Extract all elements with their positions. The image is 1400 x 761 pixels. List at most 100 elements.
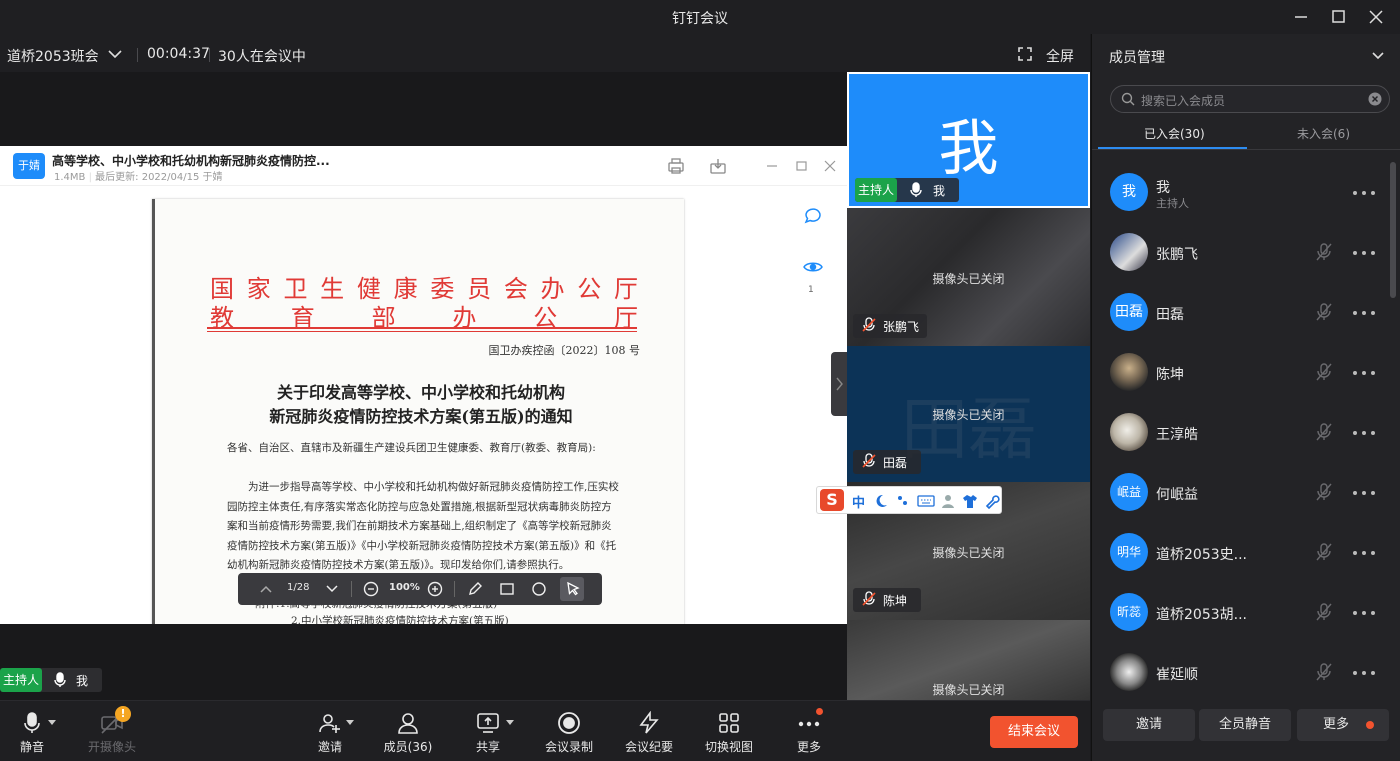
clear-icon[interactable] [1368, 92, 1382, 106]
chevron-down-icon[interactable] [1371, 50, 1385, 62]
list-item[interactable]: 岷益 何岷益 [1092, 463, 1392, 523]
participant-video-tile[interactable]: 摄像头已关闭 [847, 620, 1090, 700]
share-button[interactable]: 共享 [450, 708, 526, 758]
participant-label: 张鹏飞 [853, 314, 927, 338]
ellipse-icon[interactable] [531, 581, 547, 597]
fullscreen-button[interactable]: 全屏 [1046, 46, 1074, 66]
member-name: 崔延顺 [1156, 667, 1198, 683]
page-indicator: 1/28 [287, 582, 310, 593]
doc-close-icon[interactable] [821, 158, 839, 174]
member-role: 主持人 [1156, 197, 1189, 210]
moon-icon[interactable] [873, 493, 889, 509]
minimize-icon[interactable] [1289, 6, 1313, 28]
list-item[interactable]: 张鹏飞 [1092, 223, 1392, 283]
end-meeting-button[interactable]: 结束会议 [990, 716, 1078, 748]
zoom-out-icon[interactable] [363, 581, 379, 597]
divider [454, 581, 455, 597]
invite-button[interactable]: 邀请 [292, 708, 368, 758]
chevron-down-icon[interactable] [107, 47, 123, 61]
viewers-eye-icon[interactable] [802, 256, 824, 278]
more-dots-icon[interactable] [1352, 490, 1376, 496]
ime-mode[interactable]: 中 [852, 492, 865, 511]
mute-all-button[interactable]: 全员静音 [1199, 709, 1291, 741]
share-screen-icon [476, 711, 500, 735]
participant-video-tile[interactable]: 摄像头已关闭 张鹏飞 [847, 208, 1090, 346]
camera-button[interactable]: ! 开摄像头 [74, 706, 150, 758]
panel-more-button[interactable]: 更多 [1297, 709, 1389, 741]
participant-label: 田磊 [853, 450, 921, 474]
more-dots-icon[interactable] [1352, 550, 1376, 556]
maximize-icon[interactable] [1326, 6, 1350, 28]
list-item[interactable]: 陈坤 [1092, 343, 1392, 403]
pen-icon[interactable] [467, 581, 483, 597]
mute-button[interactable]: 静音 [0, 708, 70, 758]
more-dots-icon[interactable] [1352, 250, 1376, 256]
close-icon[interactable] [1364, 6, 1388, 28]
doc-maximize-icon[interactable] [792, 158, 810, 174]
member-search-input[interactable]: 搜索已入会成员 [1110, 85, 1390, 113]
stage-host-name: 我 [76, 674, 89, 688]
invite-member-button[interactable]: 邀请 [1103, 709, 1195, 741]
panel-collapse-handle[interactable] [831, 352, 847, 416]
prev-page-icon[interactable] [258, 581, 274, 597]
caret-down-icon[interactable] [506, 720, 514, 726]
member-list-scrollbar[interactable] [1390, 162, 1396, 298]
more-label: 更多 [796, 740, 821, 754]
caret-down-icon[interactable] [48, 720, 56, 726]
list-item[interactable]: 崔延顺 [1092, 643, 1392, 703]
notification-dot [816, 708, 823, 715]
record-button[interactable]: 会议录制 [531, 708, 607, 758]
zoom-in-icon[interactable] [427, 581, 443, 597]
muted-mic-icon[interactable] [1314, 422, 1334, 442]
next-page-icon[interactable] [324, 581, 340, 597]
microphone-icon [53, 672, 67, 688]
tab-not-joined[interactable]: 未入会(6) [1297, 125, 1350, 142]
minutes-button[interactable]: 会议纪要 [611, 708, 687, 758]
participant-video-tile[interactable]: 田磊 摄像头已关闭 田磊 [847, 346, 1090, 482]
members-button[interactable]: 成员(36) [370, 708, 446, 758]
print-icon[interactable] [667, 158, 685, 174]
self-video-tile[interactable]: 我 主持人 我 [847, 72, 1090, 208]
wrench-icon[interactable] [984, 493, 1000, 509]
more-dots-icon[interactable] [1352, 310, 1376, 316]
muted-mic-icon[interactable] [1314, 542, 1334, 562]
tab-joined[interactable]: 已入会(30) [1144, 125, 1205, 142]
more-dots-icon[interactable] [1352, 610, 1376, 616]
list-item[interactable]: 田磊 田磊 [1092, 283, 1392, 343]
ime-toolbar[interactable]: S 中 [816, 486, 1002, 514]
rectangle-icon[interactable] [499, 581, 515, 597]
download-icon[interactable] [709, 158, 727, 174]
fullscreen-icon[interactable] [1018, 47, 1032, 61]
mute-label: 静音 [19, 740, 44, 754]
keyboard-icon[interactable] [917, 493, 935, 509]
comment-icon[interactable] [802, 204, 824, 226]
muted-mic-icon[interactable] [1314, 482, 1334, 502]
muted-mic-icon[interactable] [1314, 662, 1334, 682]
more-dots-icon[interactable] [1352, 670, 1376, 676]
doc-minimize-icon[interactable] [763, 158, 781, 174]
more-button[interactable]: 更多 [771, 708, 847, 758]
muted-mic-icon[interactable] [1314, 602, 1334, 622]
more-dots-icon[interactable] [1352, 190, 1376, 196]
muted-mic-icon[interactable] [1314, 362, 1334, 382]
punctuation-icon[interactable] [895, 493, 911, 509]
lightning-icon [637, 711, 661, 735]
meeting-name[interactable]: 道桥2053班会 [7, 46, 99, 66]
list-item[interactable]: 王淳皓 [1092, 403, 1392, 463]
avatar [1110, 653, 1148, 691]
user-icon[interactable] [940, 493, 956, 509]
document-size: 1.4MB [54, 172, 86, 183]
caret-down-icon[interactable] [346, 720, 354, 726]
muted-mic-icon[interactable] [1314, 242, 1334, 262]
muted-mic-icon [861, 453, 877, 469]
list-item[interactable]: 明华 道桥2053史... [1092, 523, 1392, 583]
self-tile-label: 主持人 我 [855, 178, 959, 202]
muted-mic-icon[interactable] [1314, 302, 1334, 322]
list-item[interactable]: 昕蕊 道桥2053胡... [1092, 583, 1392, 643]
switch-view-button[interactable]: 切换视图 [691, 708, 767, 758]
more-dots-icon[interactable] [1352, 370, 1376, 376]
list-item[interactable]: 我 我 主持人 [1092, 163, 1392, 223]
skin-shirt-icon[interactable] [962, 493, 978, 509]
more-dots-icon[interactable] [1352, 430, 1376, 436]
select-cursor-icon[interactable] [560, 577, 584, 601]
